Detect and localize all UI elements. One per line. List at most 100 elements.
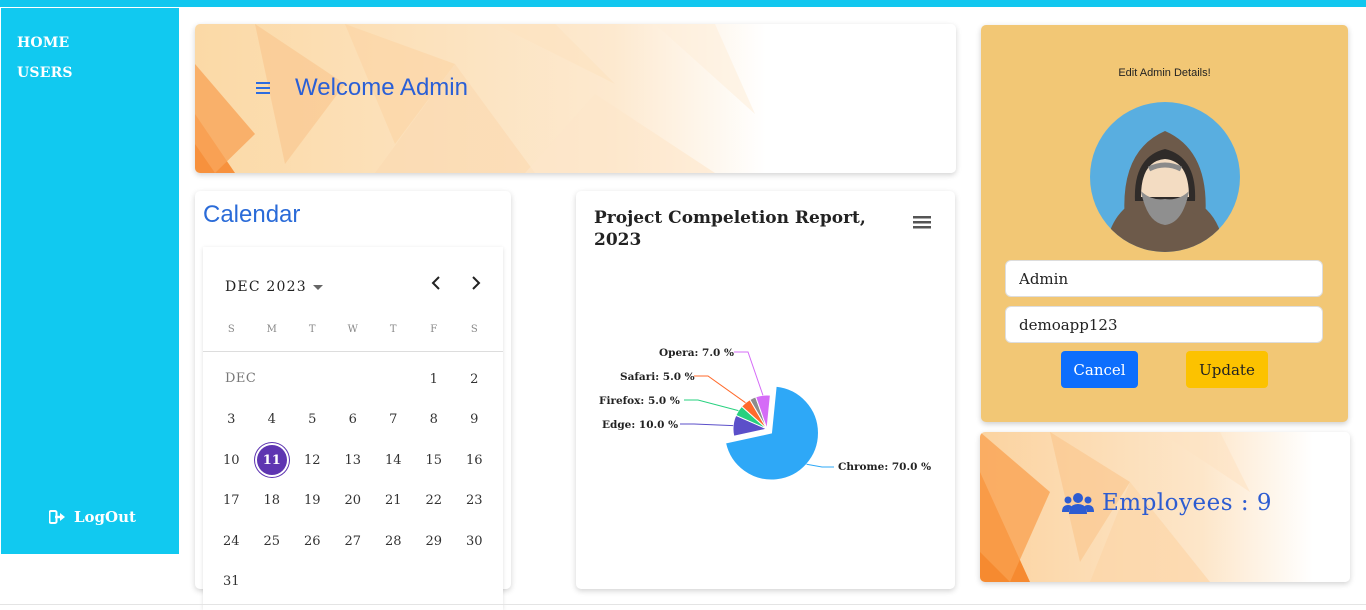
pie-data-label-safari: Safari: 5.0 %	[620, 371, 695, 383]
calendar-day-label: 31	[222, 574, 240, 590]
calendar-day[interactable]: 28	[373, 521, 414, 562]
calendar-day-label: 20	[344, 493, 362, 509]
calendar-day-label: 9	[470, 412, 479, 428]
calendar-day-label: 4	[267, 412, 276, 428]
sidebar-item-home[interactable]: HOME	[17, 35, 69, 51]
chart-card: Project Compeletion Report, 2023 Chrome:…	[576, 191, 955, 589]
calendar-day[interactable]: 31	[211, 562, 252, 603]
calendar-week-row: 24 25 26 27 28 29 30	[211, 521, 495, 562]
calendar-day[interactable]: 27	[333, 521, 374, 562]
admin-password-input[interactable]	[1005, 306, 1323, 343]
calendar-week-row: 17 18 19 20 21 22 23	[211, 481, 495, 522]
sidebar-item-users[interactable]: USERS	[17, 65, 73, 81]
menu-toggle-icon[interactable]	[255, 81, 271, 95]
calendar-day[interactable]: 26	[292, 521, 333, 562]
pie-connector-edge	[680, 423, 734, 427]
welcome-banner: Welcome Admin	[195, 24, 956, 173]
calendar-day[interactable]: 4	[252, 400, 293, 441]
weekday-label: T	[389, 324, 397, 335]
calendar-day[interactable]: 20	[333, 481, 374, 522]
calendar-day-label: 27	[344, 533, 362, 549]
calendar-day[interactable]: 7	[373, 400, 414, 441]
sidebar: HOME USERS LogOut	[1, 8, 179, 554]
date-picker: DEC 2023 S M T W T F S DEC 12 3 4 5 6 7 8 9 10 1…	[203, 247, 503, 610]
chevron-right-icon[interactable]	[469, 275, 483, 291]
calendar-day[interactable]: 1	[414, 359, 455, 400]
employees-count: Employees : 9	[1102, 490, 1273, 516]
calendar-day-label: 3	[227, 412, 236, 428]
top-accent-bar	[0, 0, 1366, 7]
calendar-day[interactable]: 17	[211, 481, 252, 522]
calendar-day-label: 25	[263, 533, 281, 549]
calendar-day[interactable]: 22	[414, 481, 455, 522]
calendar-day-label: 11	[254, 443, 289, 478]
pie-chart: Chrome: 70.0 % Edge: 10.0 % Firefox: 5.0 %…	[599, 347, 931, 481]
pie-connector-firefox	[684, 399, 739, 412]
calendar-day-label: 2	[470, 371, 479, 387]
caret-down-icon	[312, 284, 323, 290]
calendar-day[interactable]: 12	[292, 440, 333, 481]
calendar-day[interactable]: 14	[373, 440, 414, 481]
calendar-day-label: 15	[425, 452, 443, 468]
calendar-day[interactable]: 8	[414, 400, 455, 441]
users-icon	[1062, 493, 1094, 514]
pie-connector-chrome	[806, 463, 834, 468]
pie-connector-safari	[694, 375, 746, 404]
pie-data-label-edge: Edge: 10.0 %	[602, 419, 678, 431]
calendar-days-grid: DEC 12 3 4 5 6 7 8 9 10 11 12 13 14 15 16 17 18 19 20 21 22…	[211, 359, 495, 602]
calendar-day-label: 16	[465, 452, 483, 468]
sign-out-icon	[49, 510, 65, 524]
calendar-day[interactable]: 30	[454, 521, 495, 562]
calendar-week-row: 10 11 12 13 14 15 16	[211, 440, 495, 481]
calendar-day[interactable]: 21	[373, 481, 414, 522]
calendar-day-label: 19	[303, 493, 321, 509]
update-button[interactable]: Update	[1186, 351, 1268, 388]
calendar-day-label: 5	[308, 412, 317, 428]
calendar-day[interactable]: 19	[292, 481, 333, 522]
weekday-label: M	[266, 324, 277, 335]
cancel-button[interactable]: Cancel	[1061, 351, 1138, 388]
calendar-week-row: 3 4 5 6 7 8 9	[211, 400, 495, 441]
weekday-label: W	[347, 324, 358, 335]
month-short-label: DEC	[225, 371, 257, 386]
calendar-day-label: 22	[425, 493, 443, 509]
calendar-day[interactable]: 18	[252, 481, 293, 522]
calendar-card: Calendar DEC 2023 S M T W T F S DEC 12 3…	[195, 191, 511, 610]
calendar-day-label: 6	[348, 412, 357, 428]
admin-caption: Edit Admin Details!	[1118, 67, 1211, 79]
calendar-day-selected[interactable]: 11	[252, 440, 293, 481]
calendar-title: Calendar	[203, 201, 301, 228]
calendar-day-label: 18	[263, 493, 281, 509]
calendar-day[interactable]: 10	[211, 440, 252, 481]
calendar-day[interactable]: 3	[211, 400, 252, 441]
employees-card: Employees : 9	[980, 432, 1350, 582]
month-year-dropdown[interactable]: DEC 2023	[225, 279, 323, 295]
calendar-day-label: 29	[425, 533, 443, 549]
calendar-day[interactable]: 29	[414, 521, 455, 562]
admin-username-input[interactable]	[1005, 260, 1323, 297]
pie-data-label-opera: Opera: 7.0 %	[659, 347, 734, 359]
calendar-divider	[203, 351, 503, 352]
month-year-label: DEC 2023	[225, 279, 307, 295]
weekday-label: T	[308, 324, 316, 335]
welcome-title: Welcome Admin	[295, 74, 468, 101]
calendar-day[interactable]: 15	[414, 440, 455, 481]
calendar-day[interactable]: 2	[454, 359, 495, 400]
calendar-day[interactable]: 5	[292, 400, 333, 441]
pie-data-label-chrome: Chrome: 70.0 %	[838, 461, 931, 473]
calendar-day[interactable]: 6	[333, 400, 374, 441]
calendar-day-label: 28	[384, 533, 402, 549]
calendar-day[interactable]: 23	[454, 481, 495, 522]
logout-button[interactable]: LogOut	[49, 508, 136, 526]
chevron-left-icon[interactable]	[429, 275, 443, 291]
pie-connector-opera	[734, 351, 764, 396]
calendar-day[interactable]: 24	[211, 521, 252, 562]
calendar-day[interactable]: 16	[454, 440, 495, 481]
calendar-day-label: 23	[465, 493, 483, 509]
calendar-week-row: DEC 1 2	[211, 359, 495, 400]
calendar-day[interactable]: 13	[333, 440, 374, 481]
calendar-day-label: 12	[303, 452, 321, 468]
calendar-day[interactable]: 25	[252, 521, 293, 562]
calendar-day[interactable]: 9	[454, 400, 495, 441]
calendar-day-label: 17	[222, 493, 240, 509]
